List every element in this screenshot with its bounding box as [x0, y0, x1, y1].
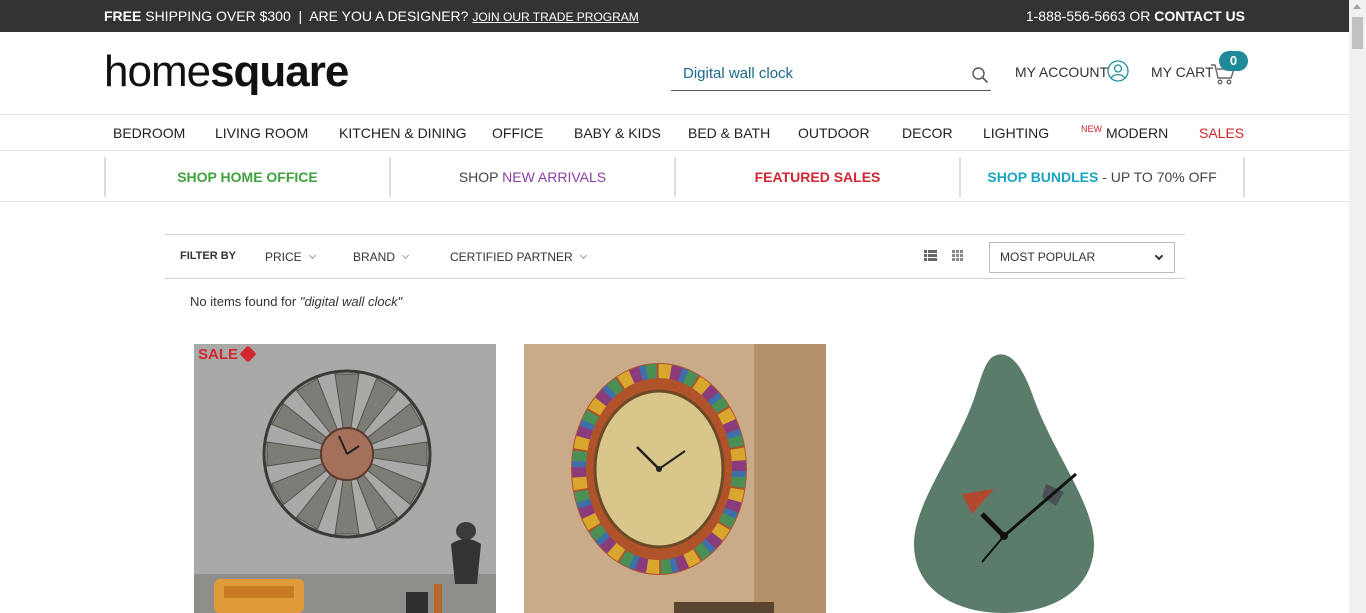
price-filter-label: PRICE [265, 250, 302, 264]
top-announcement-bar: FREE SHIPPING OVER $300 | ARE YOU A DESI… [0, 0, 1349, 32]
sale-label: SALE [198, 346, 239, 363]
nav-item-bed-bath[interactable]: BED & BATH [688, 125, 770, 141]
homesquare-logo[interactable]: homesquare [104, 47, 349, 96]
promo-featured-sales[interactable]: FEATURED SALES [674, 157, 959, 197]
promo-strip: SHOP HOME OFFICE SHOP NEW ARRIVALS FEATU… [0, 151, 1349, 202]
contact-info: 1-888-556-5663 OR CONTACT US [1026, 8, 1245, 24]
filter-bar: FILTER BY PRICE BRAND CERTIFIED PARTNER … [165, 234, 1185, 279]
product-card[interactable] [854, 344, 1156, 613]
shipping-label: SHIPPING OVER $300 [141, 8, 291, 24]
product-image-windmill-clock[interactable] [194, 344, 496, 613]
new-arrivals-label: NEW ARRIVALS [502, 169, 607, 185]
designer-label: ARE YOU A DESIGNER? [309, 8, 469, 24]
certified-filter-label: CERTIFIED PARTNER [450, 250, 573, 264]
nav-item-outdoor[interactable]: OUTDOOR [798, 125, 870, 141]
logo-home: home [104, 47, 211, 96]
bundles-label: SHOP BUNDLES [987, 169, 1099, 185]
scroll-up-arrow-icon[interactable] [1353, 4, 1361, 9]
home-office-label: SHOP HOME OFFICE [177, 169, 318, 185]
certified-partner-filter[interactable]: CERTIFIED PARTNER [450, 250, 587, 264]
chevron-down-icon [401, 251, 410, 260]
nav-item-decor[interactable]: DECOR [902, 125, 953, 141]
sort-select[interactable]: MOST POPULAR [989, 242, 1175, 273]
scrollbar-thumb[interactable] [1352, 17, 1363, 49]
promo-home-office[interactable]: SHOP HOME OFFICE [104, 157, 389, 197]
nav-item-baby-kids[interactable]: BABY & KIDS [574, 125, 661, 141]
no-results-message: No items found for "digital wall clock" [190, 294, 402, 309]
nav-item-office[interactable]: OFFICE [492, 125, 543, 141]
product-image-sunburst-clock[interactable] [524, 344, 826, 613]
list-view-icon[interactable] [924, 250, 937, 261]
chevron-down-icon [308, 251, 316, 260]
sort-selected-value: MOST POPULAR [1000, 250, 1096, 264]
price-tag-icon [239, 345, 257, 363]
sale-badge: SALE [198, 345, 257, 363]
shipping-promo: FREE SHIPPING OVER $300 | ARE YOU A DESI… [104, 8, 639, 24]
search-icon[interactable] [971, 66, 989, 84]
grid-view-icon[interactable] [952, 250, 963, 261]
my-account-link[interactable]: MY ACCOUNT [1015, 60, 1129, 82]
search-bar [671, 58, 991, 91]
nav-item-kitchen-dining[interactable]: KITCHEN & DINING [339, 125, 467, 141]
product-card[interactable] [524, 344, 826, 613]
filter-by-label: FILTER BY [180, 250, 237, 262]
contact-us-link[interactable]: CONTACT US [1154, 8, 1245, 24]
product-image-drop-clock[interactable] [854, 344, 1156, 613]
phone-number: 1-888-556-5663 OR [1025, 8, 1151, 24]
chevron-down-icon [1154, 251, 1164, 261]
product-card[interactable]: SALE [194, 344, 496, 613]
new-tag: NEW [1081, 124, 1102, 134]
promo-bundles[interactable]: SHOP BUNDLES - UP TO 70% OFF [959, 157, 1245, 197]
nav-item-living-room[interactable]: LIVING ROOM [215, 125, 308, 141]
new-arrivals-prefix: SHOP [458, 169, 503, 185]
topbar-separator: | [298, 8, 303, 24]
cart-count-badge: 0 [1219, 51, 1248, 71]
bundles-suffix: - UP TO 70% OFF [1098, 169, 1217, 185]
nav-item-lighting[interactable]: LIGHTING [983, 125, 1049, 141]
account-label: MY ACCOUNT [1015, 64, 1109, 80]
chevron-down-icon [579, 251, 587, 260]
nav-item-bedroom[interactable]: BEDROOM [113, 125, 185, 141]
vertical-scrollbar[interactable] [1349, 0, 1366, 613]
main-navigation: BEDROOM LIVING ROOM KITCHEN & DINING OFF… [0, 115, 1349, 151]
brand-filter-label: BRAND [353, 250, 396, 264]
brand-filter[interactable]: BRAND [353, 250, 410, 264]
free-label: FREE [104, 8, 142, 24]
my-cart-link[interactable]: MY CART 0 [1151, 51, 1248, 85]
no-results-prefix: No items found for [190, 294, 300, 309]
promo-new-arrivals[interactable]: SHOP NEW ARRIVALS [389, 157, 674, 197]
featured-sales-label: FEATURED SALES [754, 169, 881, 185]
user-icon [1107, 60, 1129, 82]
logo-square: square [210, 47, 349, 96]
nav-item-sales[interactable]: SALES [1199, 125, 1244, 141]
nav-item-modern[interactable]: MODERN [1106, 125, 1168, 141]
site-header: homesquare MY ACCOUNT MY CART 0 [0, 32, 1349, 115]
search-input[interactable] [671, 58, 951, 88]
no-results-query: "digital wall clock" [299, 294, 403, 309]
trade-program-link[interactable]: JOIN OUR TRADE PROGRAM [472, 10, 638, 24]
cart-label: MY CART [1151, 64, 1214, 80]
price-filter[interactable]: PRICE [265, 250, 316, 264]
